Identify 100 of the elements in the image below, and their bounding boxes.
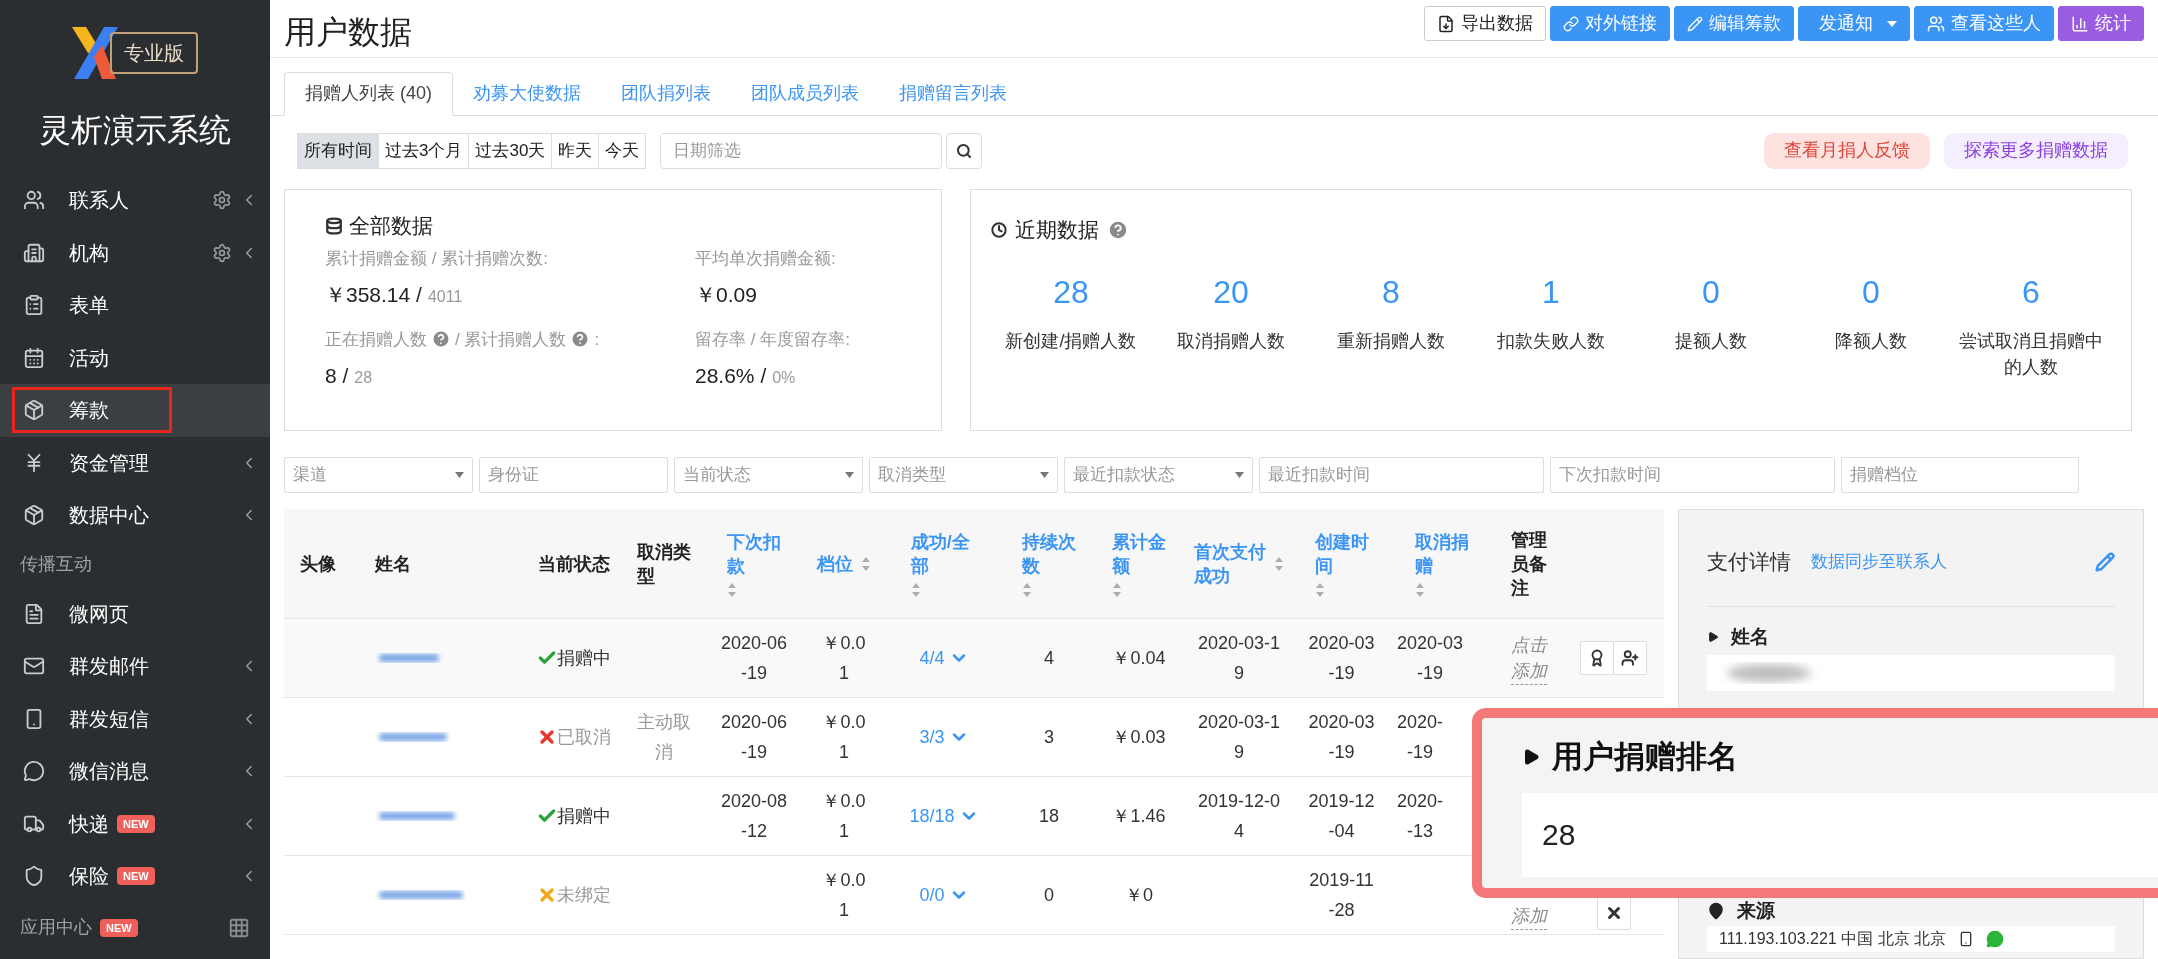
column-header[interactable]: 取消捐赠	[1414, 529, 1469, 578]
sort-icon[interactable]	[1274, 555, 1284, 572]
sidebar-item[interactable]: 保险 NEW	[0, 850, 270, 903]
column-header[interactable]: 成功/全部	[910, 529, 978, 578]
column-header[interactable]: 首次支付成功	[1194, 539, 1266, 588]
sidebar-item[interactable]: 表单	[0, 279, 270, 332]
new-badge: NEW	[117, 867, 155, 886]
amount-cell-text: ￥0.04	[1112, 647, 1166, 670]
add-note-link[interactable]: 点击添加	[1511, 631, 1547, 685]
ratio-link[interactable]: 3/3	[919, 722, 969, 752]
ratio-link[interactable]: 18/18	[909, 801, 979, 831]
pill-link[interactable]: 查看月捐人反馈	[1764, 132, 1930, 169]
toolbar-button[interactable]: 对外链接	[1550, 6, 1670, 41]
building-icon	[23, 241, 45, 264]
date-cell-text: 2020- -19	[1397, 711, 1444, 764]
date-cell-text: 2020- -13	[1397, 790, 1444, 843]
sort-icon[interactable]	[861, 555, 871, 572]
sidebar-item[interactable]: 资金管理	[0, 436, 270, 489]
sort-icon[interactable]	[910, 581, 921, 598]
time-filter-button[interactable]: 过去30天	[468, 132, 553, 169]
callout-title: 用户捐赠排名	[1552, 738, 1738, 776]
settings-icon[interactable]	[212, 190, 232, 211]
caret-icon	[1522, 748, 1540, 767]
toolbar-button[interactable]: 统计	[2058, 6, 2144, 41]
toolbar-button[interactable]: 查看这些人	[1914, 6, 2054, 41]
help-icon[interactable]	[570, 329, 591, 350]
tier-cell-text: ￥0.0 1	[822, 869, 866, 922]
time-filter-button[interactable]: 所有时间	[297, 132, 379, 169]
settings-icon[interactable]	[212, 242, 232, 263]
section-label: 传播互动	[20, 553, 92, 576]
sidebar-item[interactable]: 数据中心	[0, 489, 270, 542]
grid-icon[interactable]	[228, 916, 250, 939]
sidebar-item[interactable]: 群发邮件	[0, 640, 270, 693]
sidebar-item[interactable]: 活动	[0, 331, 270, 384]
help-icon[interactable]	[1107, 218, 1129, 241]
tab[interactable]: 劝募大使数据	[453, 71, 601, 116]
tab[interactable]: 团队成员列表	[731, 71, 879, 116]
sort-icon[interactable]	[1414, 581, 1425, 598]
tab[interactable]: 捐赠留言列表	[879, 71, 1027, 116]
box-icon	[23, 399, 45, 422]
sidebar-item[interactable]: 快递 NEW	[0, 797, 270, 850]
sort-icon[interactable]	[1314, 581, 1325, 598]
sidebar-item[interactable]: 机构	[0, 226, 270, 279]
ratio-link[interactable]: 0/0	[919, 880, 969, 910]
toolbar-button[interactable]: 编辑筹款	[1674, 6, 1794, 41]
system-title: 灵析演示系统	[38, 111, 232, 150]
date-cell-text: 2019-12 -04	[1308, 790, 1375, 843]
stat-value: 28.6% /	[695, 363, 767, 389]
column-header: 头像	[300, 552, 336, 576]
streak-cell-text: 0	[1044, 884, 1054, 907]
sort-icon[interactable]	[727, 581, 737, 598]
edit-icon[interactable]	[2095, 551, 2115, 572]
stat-value: 8 /	[325, 363, 349, 389]
sync-link[interactable]: 数据同步至联系人	[1811, 549, 1947, 575]
caret-icon	[1040, 472, 1049, 478]
column-header[interactable]: 下次扣款	[727, 529, 781, 578]
toolbar-button[interactable]: 导出数据	[1424, 6, 1546, 41]
sidebar-item[interactable]: 微网页	[0, 587, 270, 640]
date-cell-text: 2020-08 -12	[720, 790, 788, 843]
column-header[interactable]: 持续次数	[1022, 529, 1076, 578]
filter-field[interactable]: 下次扣款时间	[1550, 457, 1835, 493]
search-button[interactable]	[946, 132, 983, 169]
metric-label: 降额人数	[1834, 329, 1908, 353]
help-icon[interactable]	[431, 329, 451, 350]
tier-cell-text: ￥0.0 1	[822, 790, 866, 843]
toolbar-button[interactable]: 发通知	[1798, 6, 1910, 41]
filter-field[interactable]: 捐赠档位	[1841, 457, 2079, 493]
sort-icon[interactable]	[1112, 581, 1122, 598]
column-header[interactable]: 累计金额	[1112, 529, 1166, 578]
metric-label: 取消捐赠人数	[1176, 329, 1286, 353]
tab[interactable]: 团队捐列表	[601, 71, 731, 116]
remove-button[interactable]	[1596, 896, 1631, 930]
add-note-link[interactable]: 添加	[1511, 903, 1547, 930]
sidebar-item[interactable]: 微信消息	[0, 745, 270, 798]
metric-label: 重新捐赠人数	[1336, 329, 1446, 353]
filter-select[interactable]: 最近扣款状态	[1064, 457, 1253, 493]
column-header[interactable]: 档位	[817, 551, 853, 576]
filter-select[interactable]: 当前状态	[674, 457, 863, 493]
filter-select[interactable]: 渠道	[284, 457, 473, 493]
sidebar-item[interactable]: 联系人	[0, 174, 270, 227]
date-filter-field[interactable]: 日期筛选	[660, 132, 943, 169]
tab[interactable]: 捐赠人列表 (40)	[284, 71, 453, 116]
metric-label: 提额人数	[1674, 329, 1748, 353]
add-contact-button[interactable]	[1613, 641, 1647, 675]
time-filter-button[interactable]: 昨天	[551, 132, 600, 169]
date-cell-text: 2020-03 -19	[1308, 632, 1375, 685]
section-title: 姓名	[1731, 624, 1769, 649]
pill-link[interactable]: 探索更多捐赠数据	[1944, 132, 2128, 169]
filter-field[interactable]: 最近扣款时间	[1259, 457, 1544, 493]
time-filter-button[interactable]: 今天	[598, 132, 647, 169]
sidebar-item[interactable]: 群发短信	[0, 692, 270, 745]
sidebar-item[interactable]: 筹款	[0, 384, 270, 437]
time-filter-button[interactable]: 过去3个月	[378, 132, 470, 169]
streak-cell-text: 18	[1039, 805, 1059, 828]
filter-field[interactable]: 身份证	[479, 457, 668, 493]
column-header[interactable]: 创建时间	[1314, 529, 1369, 578]
ratio-link[interactable]: 4/4	[919, 643, 969, 673]
filter-select[interactable]: 取消类型	[869, 457, 1058, 493]
award-button[interactable]	[1580, 641, 1614, 675]
sort-icon[interactable]	[1022, 581, 1032, 598]
